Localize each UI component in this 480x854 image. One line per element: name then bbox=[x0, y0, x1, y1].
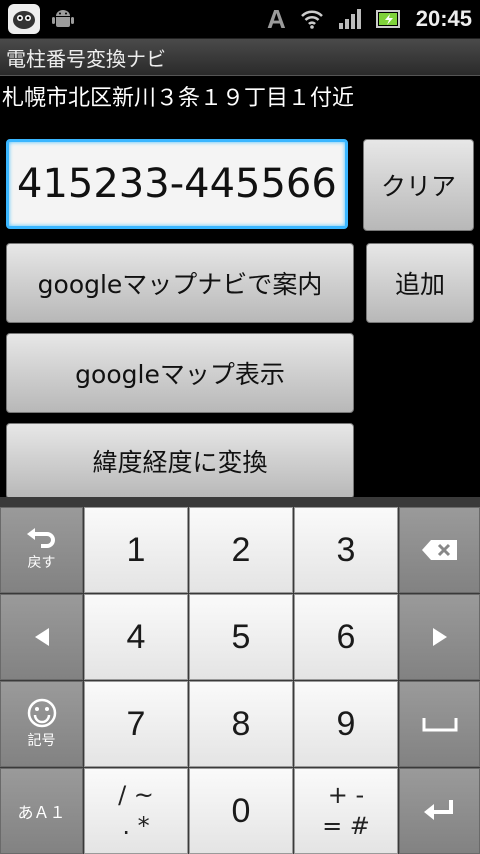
symbol-key-plus-top: + - bbox=[327, 780, 365, 809]
undo-key[interactable]: 戻す bbox=[0, 507, 83, 593]
android-icon bbox=[50, 6, 76, 32]
signal-icon bbox=[338, 8, 362, 30]
key-4[interactable]: 4 bbox=[84, 594, 188, 680]
app-title: 電柱番号変換ナビ bbox=[6, 47, 166, 71]
arrow-right-icon bbox=[432, 628, 447, 646]
enter-icon bbox=[423, 800, 453, 820]
battery-icon bbox=[375, 9, 402, 29]
key-1[interactable]: 1 bbox=[84, 507, 188, 593]
cursor-right-key[interactable] bbox=[399, 594, 480, 680]
symbol-key-slash-bottom: . * bbox=[122, 812, 150, 840]
undo-key-label: 戻す bbox=[27, 555, 56, 571]
key-6[interactable]: 6 bbox=[294, 594, 398, 680]
symbols-key-label: 記号 bbox=[27, 733, 56, 749]
space-icon bbox=[422, 718, 457, 732]
key-2[interactable]: 2 bbox=[189, 507, 293, 593]
enter-key[interactable] bbox=[399, 768, 480, 854]
clock: 20:45 bbox=[415, 6, 472, 31]
clear-button[interactable]: クリア bbox=[363, 139, 474, 231]
backspace-key[interactable] bbox=[399, 507, 480, 593]
wifi-icon bbox=[300, 8, 324, 30]
symbol-key-slash[interactable]: / ~ . * bbox=[84, 768, 188, 854]
key-9[interactable]: 9 bbox=[294, 681, 398, 767]
key-3[interactable]: 3 bbox=[294, 507, 398, 593]
convert-latlng-button[interactable]: 緯度経度に変換 bbox=[6, 423, 354, 499]
google-navi-button[interactable]: googleマップナビで案内 bbox=[6, 243, 354, 323]
input-mode-key[interactable]: あＡ１ bbox=[0, 768, 83, 854]
address-label: 札幌市北区新川３条１９丁目１付近 bbox=[2, 86, 355, 111]
pole-number-input[interactable]: 415233-445566 bbox=[6, 139, 348, 229]
key-0[interactable]: 0 bbox=[189, 768, 293, 854]
undo-arrow-icon bbox=[26, 528, 55, 548]
show-map-button[interactable]: googleマップ表示 bbox=[6, 333, 354, 413]
smiley-icon bbox=[27, 698, 56, 728]
symbol-key-plus-bottom: = # bbox=[322, 812, 370, 840]
space-key[interactable] bbox=[399, 681, 480, 767]
symbol-key-slash-top: / ~ bbox=[118, 780, 154, 809]
numeric-keyboard: 戻す 1 2 3 4 5 6 記号 7 8 9 あＡ１ / ~ . * 0 + … bbox=[0, 497, 480, 854]
font-icon: A bbox=[266, 3, 286, 34]
app-notification-icon bbox=[8, 4, 40, 34]
title-bar: 電柱番号変換ナビ bbox=[0, 39, 480, 76]
input-mode-label: あＡ１ bbox=[17, 803, 66, 822]
cursor-left-key[interactable] bbox=[0, 594, 83, 680]
symbol-key-plus[interactable]: + - = # bbox=[294, 768, 398, 854]
symbols-key[interactable]: 記号 bbox=[0, 681, 83, 767]
backspace-icon bbox=[421, 540, 457, 560]
arrow-left-icon bbox=[34, 628, 49, 646]
add-button[interactable]: 追加 bbox=[366, 243, 474, 323]
key-8[interactable]: 8 bbox=[189, 681, 293, 767]
key-5[interactable]: 5 bbox=[189, 594, 293, 680]
key-7[interactable]: 7 bbox=[84, 681, 188, 767]
status-bar: A 20:45 bbox=[0, 0, 480, 39]
